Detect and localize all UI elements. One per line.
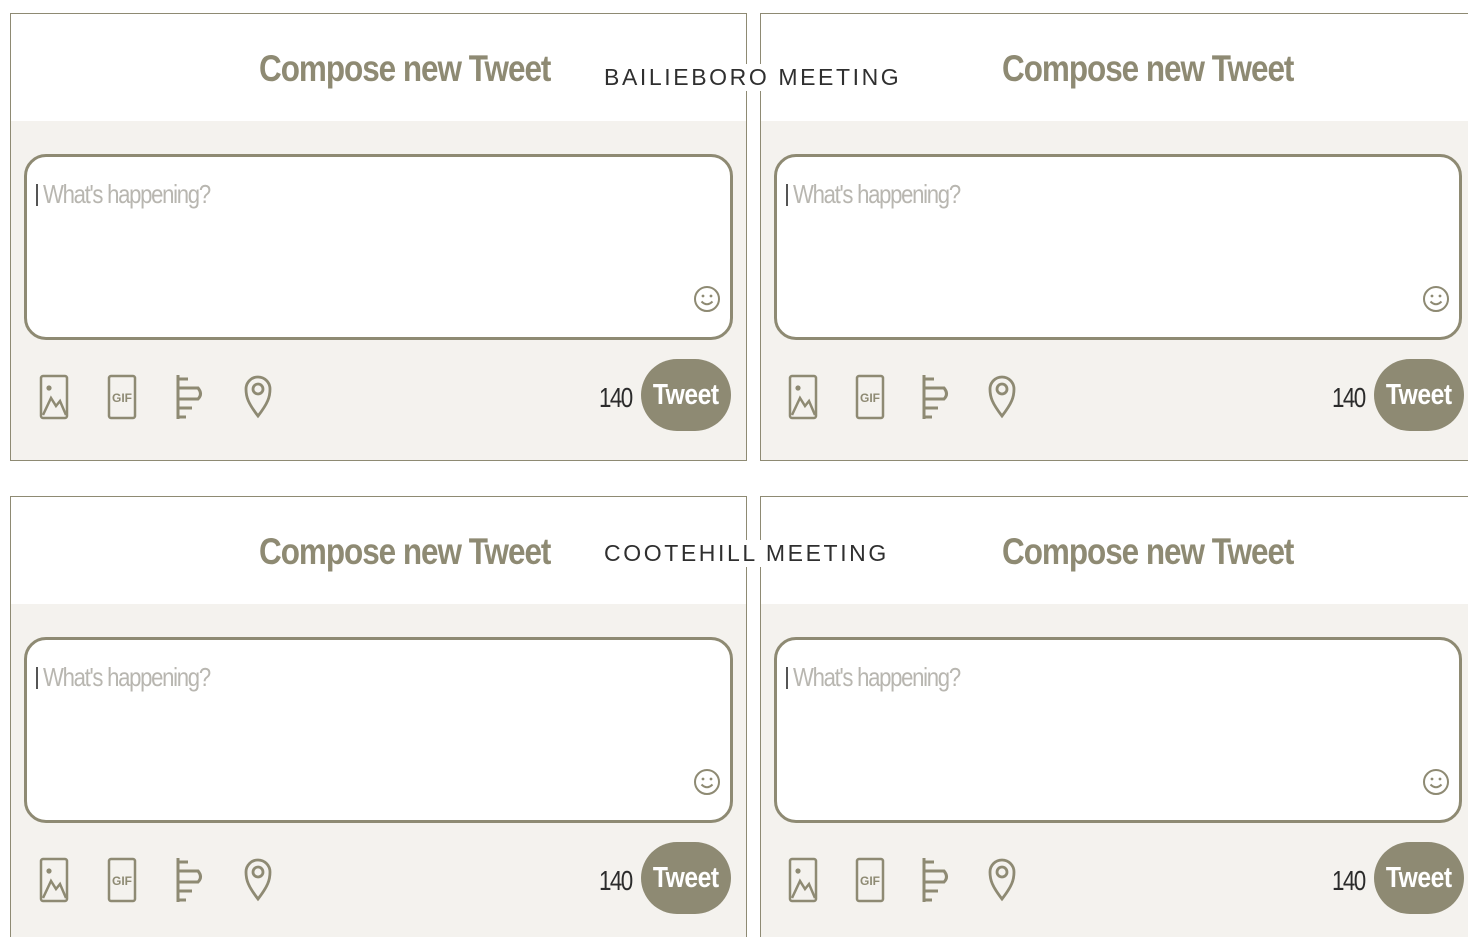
tweet-textbox[interactable]: What's happening? bbox=[774, 154, 1462, 340]
compose-toolbar: GIF 140 Tweet bbox=[11, 359, 746, 439]
meeting-label: COOTEHILL MEETING bbox=[602, 540, 891, 567]
svg-text:GIF: GIF bbox=[112, 391, 132, 405]
character-count: 140 bbox=[1332, 865, 1366, 896]
svg-text:GIF: GIF bbox=[860, 391, 880, 405]
emoji-icon[interactable] bbox=[1422, 285, 1450, 313]
compose-body: What's happening? GIF 140 Tweet bbox=[761, 604, 1468, 937]
tweet-button[interactable]: Tweet bbox=[1374, 842, 1464, 914]
tweet-textbox[interactable]: What's happening? bbox=[24, 154, 733, 340]
svg-text:GIF: GIF bbox=[112, 874, 132, 888]
location-icon[interactable] bbox=[240, 854, 276, 906]
tweet-placeholder: What's happening? bbox=[793, 179, 961, 209]
emoji-icon[interactable] bbox=[693, 285, 721, 313]
poll-icon[interactable] bbox=[918, 854, 954, 906]
tweet-placeholder: What's happening? bbox=[43, 662, 211, 692]
location-icon[interactable] bbox=[984, 854, 1020, 906]
tweet-button-label: Tweet bbox=[653, 378, 719, 411]
compose-body: What's happening? GIF 140 Tweet bbox=[11, 604, 746, 937]
image-icon[interactable] bbox=[785, 854, 821, 906]
text-cursor bbox=[786, 667, 788, 689]
image-icon[interactable] bbox=[36, 371, 72, 423]
image-icon[interactable] bbox=[36, 854, 72, 906]
gif-icon[interactable]: GIF bbox=[852, 371, 888, 423]
text-cursor bbox=[786, 184, 788, 206]
character-count: 140 bbox=[1332, 382, 1366, 413]
panel-title: Compose new Tweet bbox=[1002, 531, 1294, 572]
poll-icon[interactable] bbox=[172, 854, 208, 906]
tweet-placeholder: What's happening? bbox=[43, 179, 211, 209]
compose-toolbar: GIF 140 Tweet bbox=[11, 842, 746, 922]
emoji-icon[interactable] bbox=[693, 768, 721, 796]
svg-text:GIF: GIF bbox=[860, 874, 880, 888]
character-count: 140 bbox=[599, 382, 633, 413]
panel-title: Compose new Tweet bbox=[259, 48, 551, 89]
tweet-textbox[interactable]: What's happening? bbox=[774, 637, 1462, 823]
character-count: 140 bbox=[599, 865, 633, 896]
meeting-label: BAILIEBORO MEETING bbox=[602, 64, 904, 91]
tweet-button-label: Tweet bbox=[653, 861, 719, 894]
panel-title: Compose new Tweet bbox=[259, 531, 551, 572]
tweet-placeholder: What's happening? bbox=[793, 662, 961, 692]
tweet-button[interactable]: Tweet bbox=[641, 359, 731, 431]
tweet-button[interactable]: Tweet bbox=[641, 842, 731, 914]
gif-icon[interactable]: GIF bbox=[104, 854, 140, 906]
emoji-icon[interactable] bbox=[1422, 768, 1450, 796]
image-icon[interactable] bbox=[785, 371, 821, 423]
text-cursor bbox=[36, 667, 38, 689]
compose-body: What's happening? GIF 140 Tweet bbox=[11, 121, 746, 460]
gif-icon[interactable]: GIF bbox=[852, 854, 888, 906]
panel-title: Compose new Tweet bbox=[1002, 48, 1294, 89]
location-icon[interactable] bbox=[240, 371, 276, 423]
compose-body: What's happening? GIF 140 Tweet bbox=[761, 121, 1468, 460]
compose-toolbar: GIF 140 Tweet bbox=[761, 359, 1468, 439]
tweet-textbox[interactable]: What's happening? bbox=[24, 637, 733, 823]
text-cursor bbox=[36, 184, 38, 206]
poll-icon[interactable] bbox=[918, 371, 954, 423]
tweet-button-label: Tweet bbox=[1386, 861, 1452, 894]
location-icon[interactable] bbox=[984, 371, 1020, 423]
tweet-button-label: Tweet bbox=[1386, 378, 1452, 411]
gif-icon[interactable]: GIF bbox=[104, 371, 140, 423]
tweet-button[interactable]: Tweet bbox=[1374, 359, 1464, 431]
poll-icon[interactable] bbox=[172, 371, 208, 423]
compose-toolbar: GIF 140 Tweet bbox=[761, 842, 1468, 922]
